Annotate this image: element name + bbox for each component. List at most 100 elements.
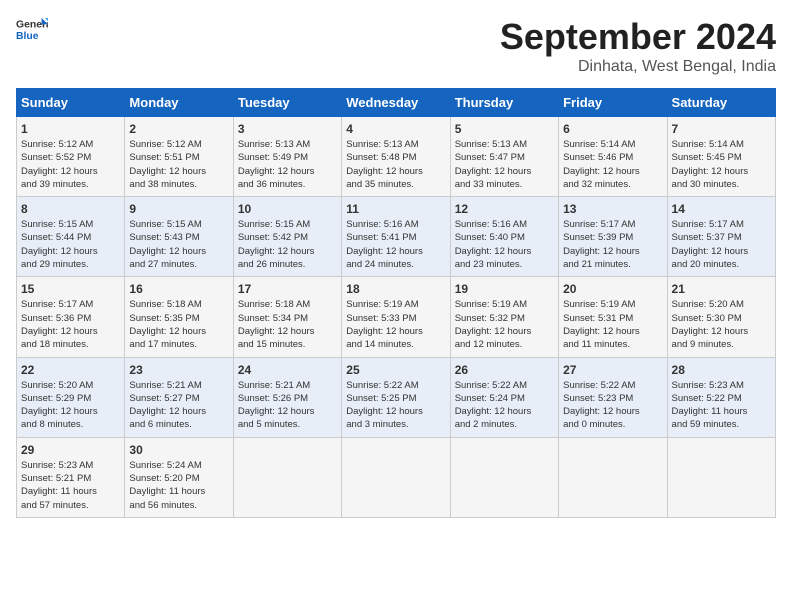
- day-info: Sunrise: 5:16 AMSunset: 5:41 PMDaylight:…: [346, 218, 445, 271]
- table-cell: 5 Sunrise: 5:13 AMSunset: 5:47 PMDaylight…: [450, 117, 558, 197]
- day-info: Sunrise: 5:23 AMSunset: 5:21 PMDaylight:…: [21, 459, 120, 512]
- day-info: Sunrise: 5:22 AMSunset: 5:24 PMDaylight:…: [455, 379, 554, 432]
- col-sunday: Sunday: [17, 89, 125, 117]
- day-number: 24: [238, 363, 337, 377]
- day-number: 30: [129, 443, 228, 457]
- day-info: Sunrise: 5:15 AMSunset: 5:43 PMDaylight:…: [129, 218, 228, 271]
- location-title: Dinhata, West Bengal, India: [500, 58, 776, 76]
- day-info: Sunrise: 5:24 AMSunset: 5:20 PMDaylight:…: [129, 459, 228, 512]
- logo-icon: General Blue: [16, 16, 48, 44]
- day-info: Sunrise: 5:17 AMSunset: 5:36 PMDaylight:…: [21, 298, 120, 351]
- calendar-row: 29Sunrise: 5:23 AMSunset: 5:21 PMDayligh…: [17, 437, 776, 517]
- day-number: 3: [238, 122, 337, 136]
- table-cell: 8 Sunrise: 5:15 AMSunset: 5:44 PMDaylight…: [17, 197, 125, 277]
- table-cell: 2 Sunrise: 5:12 AMSunset: 5:51 PMDaylight…: [125, 117, 233, 197]
- svg-text:Blue: Blue: [16, 31, 39, 42]
- calendar-row: 1 Sunrise: 5:12 AMSunset: 5:52 PMDaylight…: [17, 117, 776, 197]
- table-cell: 13 Sunrise: 5:17 AMSunset: 5:39 PMDayligh…: [559, 197, 667, 277]
- day-info: Sunrise: 5:21 AMSunset: 5:26 PMDaylight:…: [238, 379, 337, 432]
- logo: General Blue: [16, 16, 48, 44]
- day-info: Sunrise: 5:20 AMSunset: 5:29 PMDaylight:…: [21, 379, 120, 432]
- table-cell: 7 Sunrise: 5:14 AMSunset: 5:45 PMDaylight…: [667, 117, 775, 197]
- col-thursday: Thursday: [450, 89, 558, 117]
- table-cell: 26Sunrise: 5:22 AMSunset: 5:24 PMDayligh…: [450, 357, 558, 437]
- table-cell: 12 Sunrise: 5:16 AMSunset: 5:40 PMDayligh…: [450, 197, 558, 277]
- table-cell: [667, 437, 775, 517]
- table-cell: [450, 437, 558, 517]
- day-info: Sunrise: 5:13 AMSunset: 5:49 PMDaylight:…: [238, 138, 337, 191]
- day-number: 27: [563, 363, 662, 377]
- col-monday: Monday: [125, 89, 233, 117]
- table-cell: 3 Sunrise: 5:13 AMSunset: 5:49 PMDaylight…: [233, 117, 341, 197]
- day-info: Sunrise: 5:19 AMSunset: 5:33 PMDaylight:…: [346, 298, 445, 351]
- day-number: 1: [21, 122, 120, 136]
- table-cell: 18 Sunrise: 5:19 AMSunset: 5:33 PMDayligh…: [342, 277, 450, 357]
- day-info: Sunrise: 5:12 AMSunset: 5:51 PMDaylight:…: [129, 138, 228, 191]
- day-number: 9: [129, 202, 228, 216]
- table-cell: 1 Sunrise: 5:12 AMSunset: 5:52 PMDaylight…: [17, 117, 125, 197]
- day-info: Sunrise: 5:14 AMSunset: 5:46 PMDaylight:…: [563, 138, 662, 191]
- day-number: 23: [129, 363, 228, 377]
- day-number: 28: [672, 363, 771, 377]
- day-number: 5: [455, 122, 554, 136]
- day-number: 19: [455, 282, 554, 296]
- day-info: Sunrise: 5:15 AMSunset: 5:42 PMDaylight:…: [238, 218, 337, 271]
- col-wednesday: Wednesday: [342, 89, 450, 117]
- table-cell: [559, 437, 667, 517]
- table-cell: 22 Sunrise: 5:20 AMSunset: 5:29 PMDayligh…: [17, 357, 125, 437]
- day-number: 7: [672, 122, 771, 136]
- table-cell: 20 Sunrise: 5:19 AMSunset: 5:31 PMDayligh…: [559, 277, 667, 357]
- title-area: September 2024 Dinhata, West Bengal, Ind…: [500, 16, 776, 76]
- table-cell: 21 Sunrise: 5:20 AMSunset: 5:30 PMDayligh…: [667, 277, 775, 357]
- day-number: 20: [563, 282, 662, 296]
- table-cell: [233, 437, 341, 517]
- day-info: Sunrise: 5:22 AMSunset: 5:25 PMDaylight:…: [346, 379, 445, 432]
- table-cell: 28 Sunrise: 5:23 AMSunset: 5:22 PMDayligh…: [667, 357, 775, 437]
- day-number: 17: [238, 282, 337, 296]
- day-number: 10: [238, 202, 337, 216]
- day-info: Sunrise: 5:18 AMSunset: 5:35 PMDaylight:…: [129, 298, 228, 351]
- day-info: Sunrise: 5:12 AMSunset: 5:52 PMDaylight:…: [21, 138, 120, 191]
- day-info: Sunrise: 5:19 AMSunset: 5:31 PMDaylight:…: [563, 298, 662, 351]
- calendar-row: 15Sunrise: 5:17 AMSunset: 5:36 PMDayligh…: [17, 277, 776, 357]
- day-info: Sunrise: 5:20 AMSunset: 5:30 PMDaylight:…: [672, 298, 771, 351]
- day-number: 6: [563, 122, 662, 136]
- day-number: 2: [129, 122, 228, 136]
- table-cell: 15Sunrise: 5:17 AMSunset: 5:36 PMDayligh…: [17, 277, 125, 357]
- col-saturday: Saturday: [667, 89, 775, 117]
- day-info: Sunrise: 5:16 AMSunset: 5:40 PMDaylight:…: [455, 218, 554, 271]
- day-info: Sunrise: 5:17 AMSunset: 5:37 PMDaylight:…: [672, 218, 771, 271]
- day-info: Sunrise: 5:13 AMSunset: 5:48 PMDaylight:…: [346, 138, 445, 191]
- day-info: Sunrise: 5:22 AMSunset: 5:23 PMDaylight:…: [563, 379, 662, 432]
- day-number: 25: [346, 363, 445, 377]
- col-tuesday: Tuesday: [233, 89, 341, 117]
- day-number: 12: [455, 202, 554, 216]
- table-cell: 23 Sunrise: 5:21 AMSunset: 5:27 PMDayligh…: [125, 357, 233, 437]
- col-friday: Friday: [559, 89, 667, 117]
- table-cell: 11 Sunrise: 5:16 AMSunset: 5:41 PMDayligh…: [342, 197, 450, 277]
- page-header: General Blue September 2024 Dinhata, Wes…: [16, 16, 776, 76]
- day-info: Sunrise: 5:21 AMSunset: 5:27 PMDaylight:…: [129, 379, 228, 432]
- day-number: 11: [346, 202, 445, 216]
- day-number: 8: [21, 202, 120, 216]
- day-info: Sunrise: 5:15 AMSunset: 5:44 PMDaylight:…: [21, 218, 120, 271]
- day-number: 14: [672, 202, 771, 216]
- day-number: 13: [563, 202, 662, 216]
- table-cell: 29Sunrise: 5:23 AMSunset: 5:21 PMDayligh…: [17, 437, 125, 517]
- header-row: Sunday Monday Tuesday Wednesday Thursday…: [17, 89, 776, 117]
- day-number: 22: [21, 363, 120, 377]
- table-cell: 27 Sunrise: 5:22 AMSunset: 5:23 PMDayligh…: [559, 357, 667, 437]
- day-info: Sunrise: 5:23 AMSunset: 5:22 PMDaylight:…: [672, 379, 771, 432]
- day-info: Sunrise: 5:14 AMSunset: 5:45 PMDaylight:…: [672, 138, 771, 191]
- day-info: Sunrise: 5:17 AMSunset: 5:39 PMDaylight:…: [563, 218, 662, 271]
- table-cell: 10 Sunrise: 5:15 AMSunset: 5:42 PMDayligh…: [233, 197, 341, 277]
- day-number: 18: [346, 282, 445, 296]
- day-number: 4: [346, 122, 445, 136]
- day-number: 21: [672, 282, 771, 296]
- day-info: Sunrise: 5:13 AMSunset: 5:47 PMDaylight:…: [455, 138, 554, 191]
- calendar-row: 22 Sunrise: 5:20 AMSunset: 5:29 PMDayligh…: [17, 357, 776, 437]
- table-cell: 4 Sunrise: 5:13 AMSunset: 5:48 PMDaylight…: [342, 117, 450, 197]
- table-cell: 19Sunrise: 5:19 AMSunset: 5:32 PMDayligh…: [450, 277, 558, 357]
- table-cell: [342, 437, 450, 517]
- table-cell: 14 Sunrise: 5:17 AMSunset: 5:37 PMDayligh…: [667, 197, 775, 277]
